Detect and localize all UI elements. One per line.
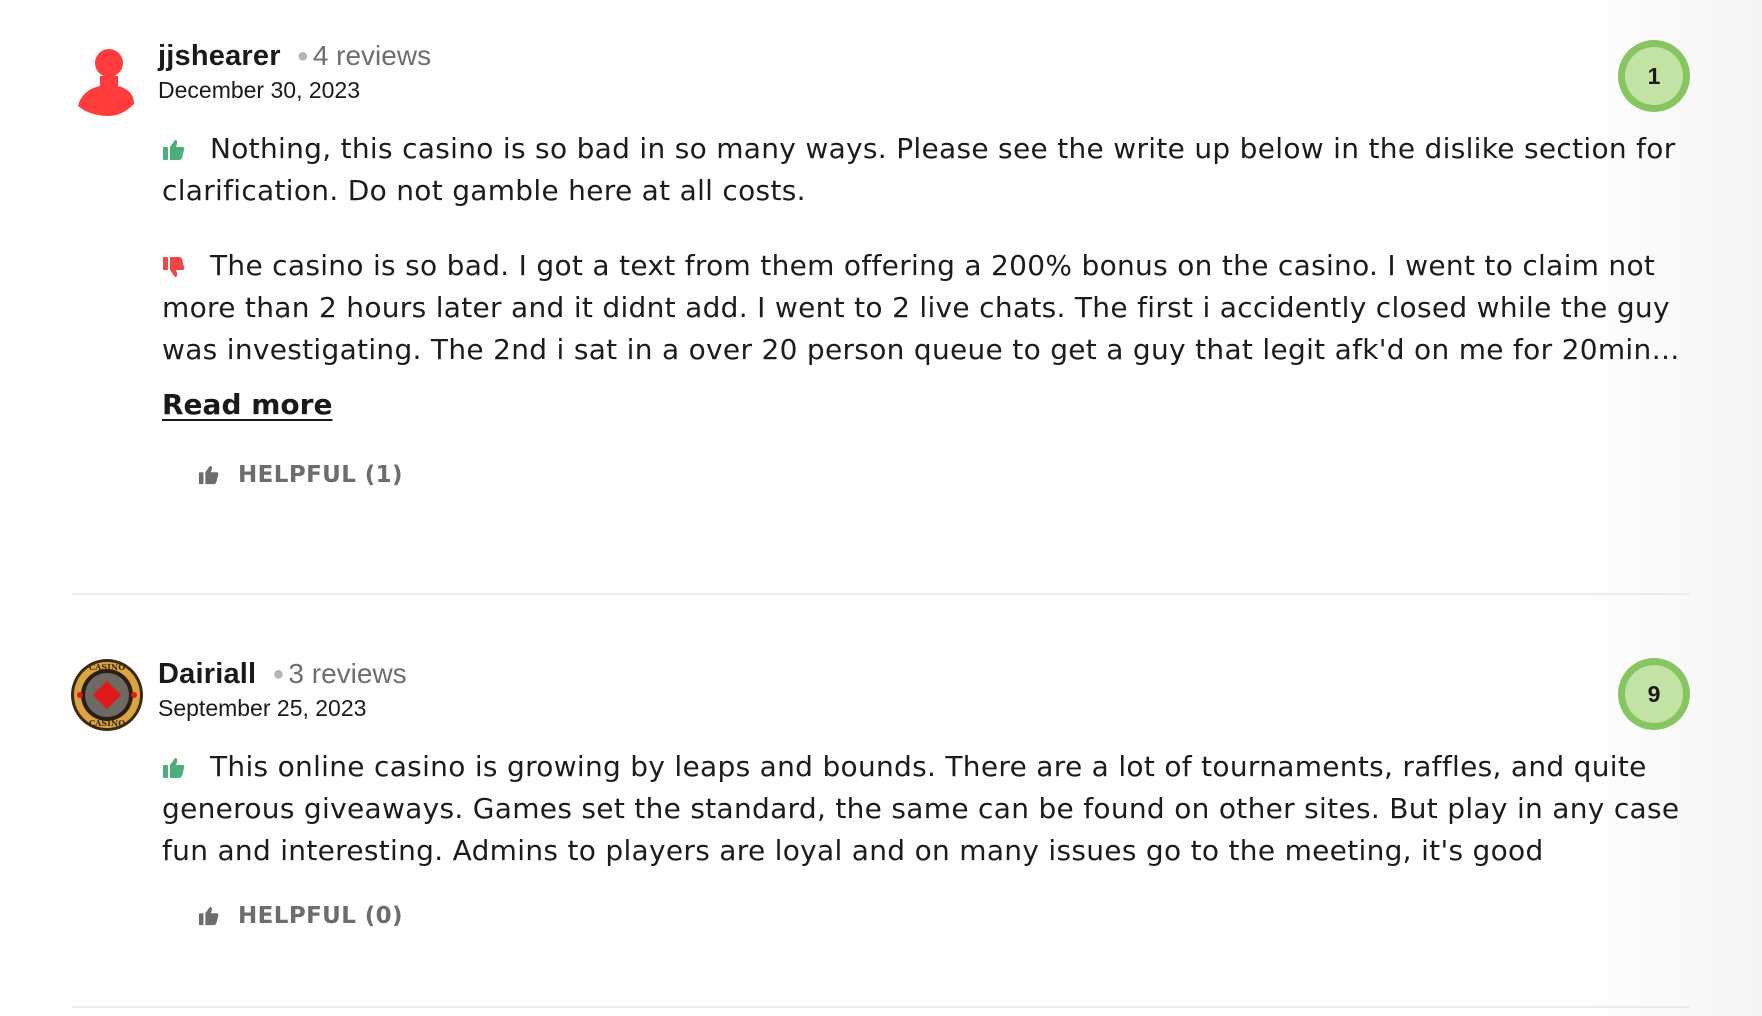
read-more-link[interactable]: Read more bbox=[162, 388, 332, 421]
review-date: September 25, 2023 bbox=[158, 695, 367, 721]
thumbs-up-icon bbox=[163, 758, 185, 778]
review-body: This online casino is growing by leaps a… bbox=[162, 746, 1682, 872]
separator-dot: ● bbox=[296, 45, 309, 67]
reviews-page: jjshearer ● 4 reviews December 30, 2023 … bbox=[0, 0, 1762, 1016]
username[interactable]: Dairiall bbox=[158, 658, 256, 691]
like-text: Nothing, this casino is so bad in so man… bbox=[162, 132, 1676, 207]
score-badge: 9 bbox=[1618, 658, 1690, 730]
thumbs-up-icon bbox=[198, 465, 219, 485]
score-value: 9 bbox=[1625, 665, 1683, 723]
helpful-button[interactable]: HELPFUL (1) bbox=[198, 462, 403, 488]
like-section: This online casino is growing by leaps a… bbox=[162, 746, 1682, 872]
helpful-button[interactable]: HELPFUL (0) bbox=[198, 903, 403, 929]
score-value: 1 bbox=[1625, 47, 1683, 105]
review-divider bbox=[72, 593, 1690, 595]
username[interactable]: jjshearer bbox=[158, 40, 281, 73]
like-section: Nothing, this casino is so bad in so man… bbox=[162, 128, 1682, 212]
thumbs-up-icon bbox=[163, 140, 185, 160]
dislike-text: The casino is so bad. I got a text from … bbox=[162, 249, 1676, 366]
review-date: December 30, 2023 bbox=[158, 77, 361, 103]
separator-dot: ● bbox=[272, 663, 285, 685]
casino-chip-icon[interactable]: CASINO CASINO bbox=[70, 658, 144, 732]
dislike-section: The casino is so bad. I got a text from … bbox=[162, 245, 1682, 371]
thumbs-up-icon bbox=[198, 906, 219, 926]
review-divider bbox=[72, 1006, 1690, 1008]
review-count: 3 reviews bbox=[288, 658, 407, 689]
review-header: Dairiall ● 3 reviews September 25, 2023 bbox=[158, 658, 407, 722]
svg-text:CASINO: CASINO bbox=[89, 718, 125, 728]
thumbs-down-icon bbox=[163, 257, 185, 277]
review-header: jjshearer ● 4 reviews December 30, 2023 bbox=[158, 40, 431, 104]
person-silhouette-icon[interactable] bbox=[72, 46, 146, 120]
score-badge: 1 bbox=[1618, 40, 1690, 112]
like-text: This online casino is growing by leaps a… bbox=[162, 750, 1680, 867]
svg-text:CASINO: CASINO bbox=[89, 662, 125, 672]
review-body: Nothing, this casino is so bad in so man… bbox=[162, 128, 1682, 371]
review-count: 4 reviews bbox=[312, 40, 432, 71]
helpful-label: HELPFUL (1) bbox=[238, 462, 403, 488]
helpful-label: HELPFUL (0) bbox=[238, 903, 403, 929]
